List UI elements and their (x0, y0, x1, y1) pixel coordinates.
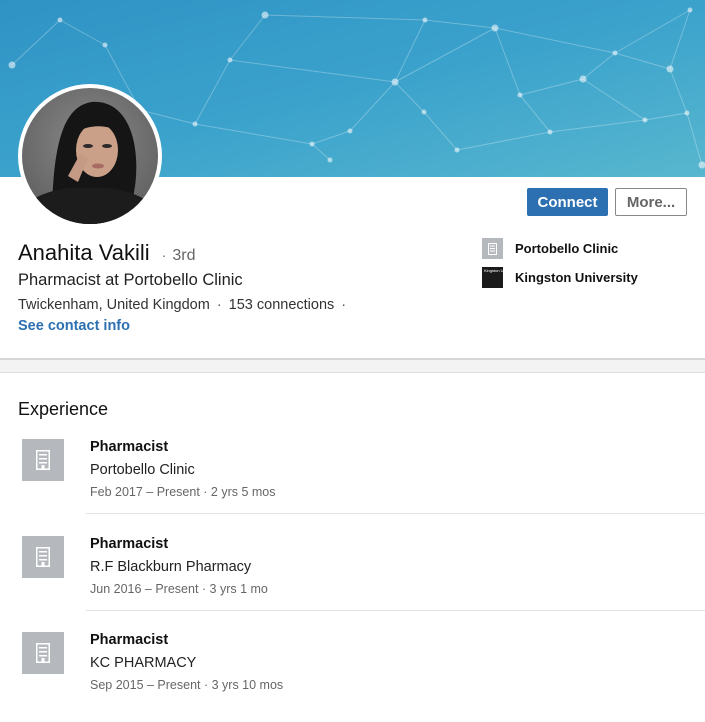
experience-item[interactable]: Pharmacist R.F Blackburn Pharmacy Jun 20… (0, 536, 705, 632)
item-divider (86, 610, 705, 611)
building-icon (22, 439, 64, 481)
experience-dates: Sep 2015 – Present · 3 yrs 10 mos (90, 678, 284, 692)
item-divider (86, 513, 705, 514)
profile-name: Anahita Vakili (18, 240, 150, 265)
profile-card: Connect More... Anahita Vakili · 3rd Pha… (0, 0, 705, 358)
section-divider (0, 358, 705, 360)
org-item-kingston-university[interactable]: Kingston University London Kingston Univ… (482, 267, 638, 288)
experience-title: Pharmacist (90, 439, 169, 455)
experience-company: KC PHARMACY (90, 655, 197, 671)
experience-company: Portobello Clinic (90, 462, 195, 478)
location-separator: · (216, 297, 222, 313)
trailing-separator: · (341, 297, 347, 313)
building-icon (22, 632, 64, 674)
name-row: Anahita Vakili · 3rd (18, 240, 195, 266)
avatar (22, 88, 158, 224)
experience-title: Pharmacist (90, 632, 169, 648)
kingston-university-logo-icon: Kingston University London (482, 267, 503, 288)
experience-dates: Jun 2016 – Present · 3 yrs 1 mo (90, 582, 268, 596)
connections-count[interactable]: 153 connections (229, 297, 335, 313)
experience-dates: Feb 2017 – Present · 2 yrs 5 mos (90, 485, 276, 499)
building-icon (22, 536, 64, 578)
experience-title: Pharmacist (90, 536, 169, 552)
experience-section: Experience Pharmacist Portobello Clinic … (0, 372, 705, 722)
connect-button[interactable]: Connect (527, 188, 608, 216)
experience-company: R.F Blackburn Pharmacy (90, 559, 252, 575)
connection-degree: 3rd (172, 247, 196, 264)
building-icon (482, 238, 503, 259)
section-title: Experience (18, 399, 109, 419)
profile-photo[interactable] (18, 84, 162, 228)
org-item-portobello-clinic[interactable]: Portobello Clinic (482, 238, 618, 259)
location-row: Twickenham, United Kingdom · 153 connectio… (18, 297, 353, 313)
profile-headline: Pharmacist at Portobello Clinic (18, 271, 243, 289)
see-contact-info-link[interactable]: See contact info (18, 318, 130, 334)
org-name: Kingston University (515, 270, 638, 285)
profile-location: Twickenham, United Kingdom (18, 297, 210, 313)
experience-item[interactable]: Pharmacist KC PHARMACY Sep 2015 – Presen… (0, 632, 705, 722)
more-button[interactable]: More... (615, 188, 687, 216)
experience-item[interactable]: Pharmacist Portobello Clinic Feb 2017 – … (0, 439, 705, 535)
degree-separator: · (161, 247, 167, 263)
org-name: Portobello Clinic (515, 241, 619, 256)
